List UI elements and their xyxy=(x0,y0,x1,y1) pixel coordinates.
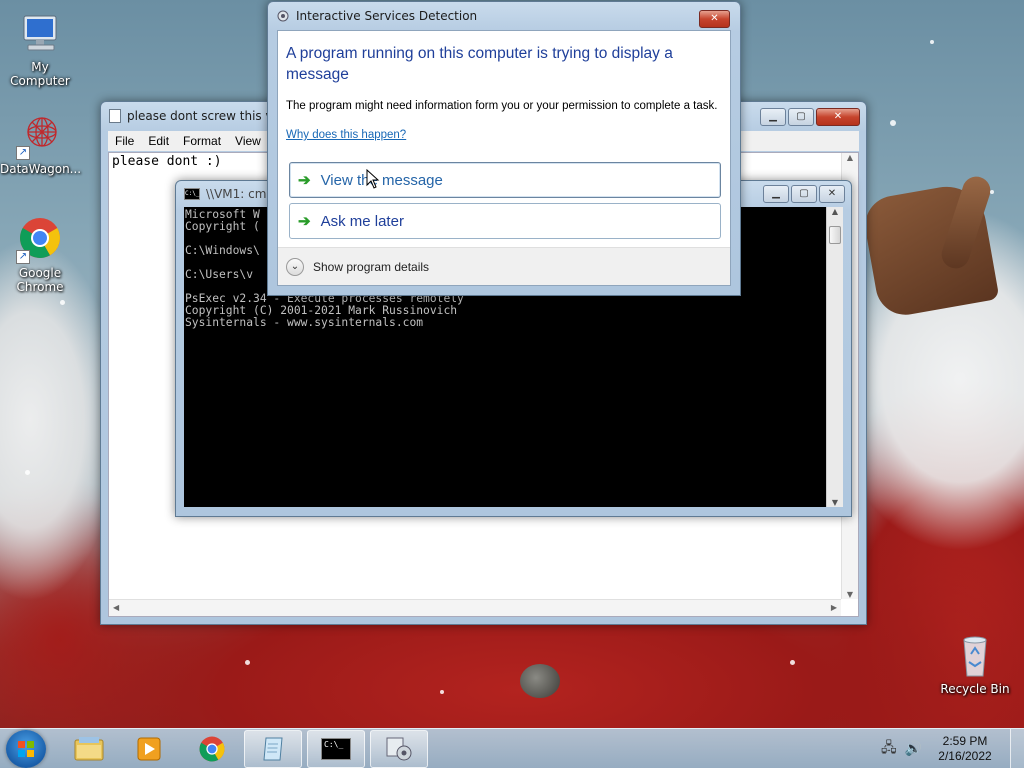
chrome-icon: ↗ xyxy=(16,216,64,264)
start-button[interactable] xyxy=(6,730,46,768)
ask-me-later-label: Ask me later xyxy=(320,212,404,230)
isd-dialog[interactable]: Interactive Services Detection ✕ A progr… xyxy=(267,1,741,296)
close-button[interactable]: ✕ xyxy=(699,10,730,28)
services-icon xyxy=(386,737,412,761)
snowflake xyxy=(930,40,934,44)
taskbar-clock[interactable]: 2:59 PM 2/16/2022 xyxy=(930,734,1000,764)
show-desktop-button[interactable] xyxy=(1010,729,1024,768)
isd-content: A program running on this computer is tr… xyxy=(277,30,731,286)
shortcut-arrow-icon: ↗ xyxy=(16,250,30,264)
ask-me-later-button[interactable]: ➔ Ask me later xyxy=(289,203,721,239)
isd-heading: A program running on this computer is tr… xyxy=(286,45,673,83)
clock-time: 2:59 PM xyxy=(942,734,988,748)
taskbar-services[interactable] xyxy=(370,730,428,768)
taskbar: C:\_ 🖧 🔊 2:59 PM 2/16/2022 xyxy=(0,728,1024,768)
menu-file[interactable]: File xyxy=(108,134,141,148)
clock-date: 2/16/2022 xyxy=(938,749,992,763)
system-tray: 🖧 🔊 2:59 PM 2/16/2022 xyxy=(881,729,1024,768)
scroll-thumb[interactable] xyxy=(829,226,841,244)
snowflake xyxy=(245,660,250,665)
desktop-icon-my-computer[interactable]: My Computer xyxy=(0,10,80,88)
desktop-icon-label: DataWagon... xyxy=(0,162,82,176)
notepad-icon xyxy=(109,109,121,123)
chevron-down-icon[interactable]: ⌄ xyxy=(286,257,304,276)
wallpaper-coat-button xyxy=(520,664,560,698)
shortcut-arrow-icon: ↗ xyxy=(16,146,30,160)
why-does-this-happen-link[interactable]: Why does this happen? xyxy=(286,129,406,141)
show-program-details-toggle[interactable]: Show program details xyxy=(313,260,429,274)
snowflake xyxy=(440,690,444,694)
taskbar-explorer[interactable] xyxy=(60,730,118,768)
close-button[interactable]: ✕ xyxy=(816,108,860,126)
menu-edit[interactable]: Edit xyxy=(141,134,176,148)
scroll-down-icon[interactable]: ▼ xyxy=(827,498,843,507)
desktop-icon-datawagon[interactable]: ↗ DataWagon... xyxy=(0,112,82,176)
cmd-vertical-scrollbar[interactable]: ▲ ▼ xyxy=(826,207,843,507)
cmd-caption-buttons: ▁ ▢ ✕ xyxy=(763,185,845,203)
view-message-button[interactable]: ➔ View the message xyxy=(289,162,721,198)
isd-body-text: The program might need information form … xyxy=(286,100,718,112)
desktop-icon-recycle-bin[interactable]: Recycle Bin xyxy=(935,632,1015,696)
scroll-right-icon[interactable]: ▶ xyxy=(831,603,837,612)
taskbar-cmd[interactable]: C:\_ xyxy=(307,730,365,768)
notepad-caption-buttons: ▁ ▢ ✕ xyxy=(760,108,860,126)
cmd-title: \\VM1: cmd xyxy=(206,187,275,201)
taskbar-chrome[interactable] xyxy=(183,730,241,768)
green-arrow-icon: ➔ xyxy=(298,213,311,230)
notepad-text: please dont :) xyxy=(112,154,222,169)
media-player-icon xyxy=(137,737,161,761)
scroll-down-icon[interactable]: ▼ xyxy=(842,590,858,599)
view-message-label: View the message xyxy=(320,171,443,189)
windows-logo-icon xyxy=(18,741,34,757)
notepad-title: please dont screw this vm xyxy=(127,109,285,123)
maximize-button[interactable]: ▢ xyxy=(788,108,814,126)
desktop-icon-label: Google Chrome xyxy=(16,266,64,294)
scroll-left-icon[interactable]: ◀ xyxy=(113,603,119,612)
snowflake xyxy=(25,470,30,475)
snowflake xyxy=(60,300,65,305)
menu-format[interactable]: Format xyxy=(176,134,228,148)
close-button[interactable]: ✕ xyxy=(819,185,845,203)
taskbar-media-player[interactable] xyxy=(120,730,178,768)
cmd-icon: C:\_ xyxy=(184,188,200,200)
desktop-icon-label: My Computer xyxy=(10,60,70,88)
isd-footer: ⌄ Show program details xyxy=(278,247,730,285)
cmd-icon: C:\_ xyxy=(321,738,351,760)
snowflake xyxy=(890,120,896,126)
minimize-button[interactable]: ▁ xyxy=(760,108,786,126)
scroll-up-icon[interactable]: ▲ xyxy=(827,207,843,216)
network-icon[interactable]: 🖧 xyxy=(881,737,897,761)
volume-icon[interactable]: 🔊 xyxy=(905,741,922,757)
desktop-icon-chrome[interactable]: ↗ Google Chrome xyxy=(0,216,80,294)
menu-view[interactable]: View xyxy=(228,134,268,148)
snowflake xyxy=(990,190,994,194)
isd-caption-buttons: ✕ xyxy=(699,10,730,28)
maximize-button[interactable]: ▢ xyxy=(791,185,817,203)
recycle-bin-icon xyxy=(951,632,999,680)
services-icon xyxy=(276,9,290,23)
minimize-button[interactable]: ▁ xyxy=(763,185,789,203)
chrome-icon xyxy=(199,736,225,762)
notepad-icon xyxy=(263,737,283,761)
taskbar-notepad[interactable] xyxy=(244,730,302,768)
green-arrow-icon: ➔ xyxy=(298,172,311,189)
datawagon-icon: ↗ xyxy=(16,112,64,160)
explorer-icon xyxy=(74,737,104,761)
isd-title: Interactive Services Detection xyxy=(296,9,478,23)
scroll-up-icon[interactable]: ▲ xyxy=(842,153,858,162)
mouse-cursor-icon xyxy=(366,168,380,192)
snowflake xyxy=(790,660,795,665)
console-line: Sysinternals - www.sysinternals.com xyxy=(185,316,424,329)
notepad-horizontal-scrollbar[interactable]: ◀ ▶ xyxy=(109,599,841,616)
isd-titlebar[interactable]: Interactive Services Detection xyxy=(268,2,740,30)
desktop-icon-label: Recycle Bin xyxy=(940,682,1010,696)
computer-icon xyxy=(16,10,64,58)
